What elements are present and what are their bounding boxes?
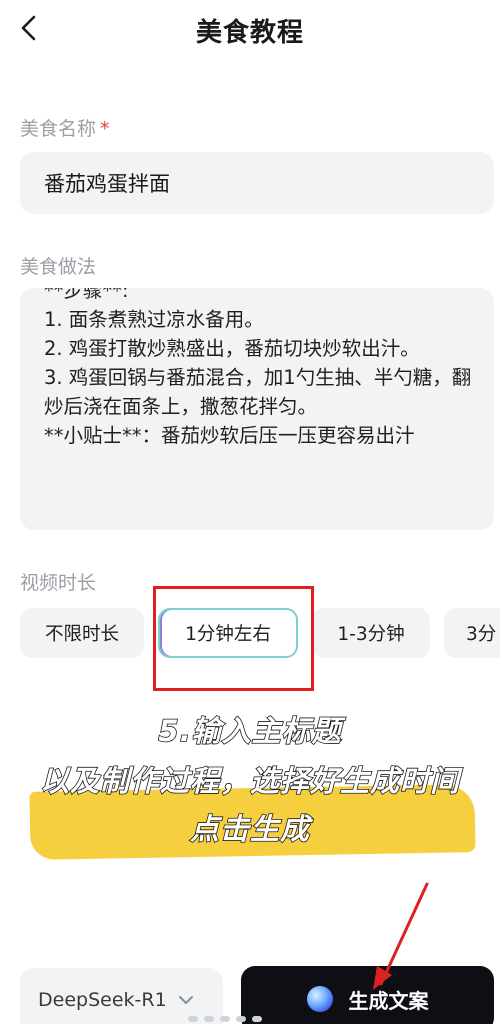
page-indicator [188, 1016, 262, 1022]
page-title: 美食教程 [195, 18, 304, 48]
highlight-box [153, 586, 314, 691]
food-name-label-text: 美食名称 [20, 118, 97, 140]
duration-option-1-3min[interactable]: 1-3分钟 [312, 608, 430, 658]
indicator-dot [188, 1016, 198, 1022]
method-text: **步骤**: 1. 面条煮熟过凉水备用。 2. 鸡蛋打散炒熟盛出，番茄切块炒软… [44, 288, 472, 447]
caption-line-3: 点击生成 [189, 811, 310, 847]
indicator-dot [220, 1016, 230, 1022]
model-value: DeepSeek-R1 [38, 989, 167, 1011]
page: 美食教程 美食名称 * 番茄鸡蛋拌面 美食做法 **步骤**: 1. 面条煮熟过凉… [0, 0, 500, 1024]
food-name-input[interactable]: 番茄鸡蛋拌面 [20, 152, 494, 214]
indicator-dot [204, 1016, 214, 1022]
duration-option-unlimited[interactable]: 不限时长 [20, 608, 144, 658]
duration-option-3min[interactable]: 3分 [444, 608, 500, 658]
header: 美食教程 [0, 0, 500, 60]
generate-button[interactable]: 生成文案 [241, 966, 494, 1024]
generate-label: 生成文案 [348, 988, 429, 1013]
method-textarea[interactable]: **步骤**: 1. 面条煮熟过凉水备用。 2. 鸡蛋打散炒熟盛出，番茄切块炒软… [20, 288, 494, 530]
chevron-down-icon [178, 996, 193, 1004]
caption-line-2: 以及制作过程，选择好生成时间 [39, 763, 460, 799]
required-mark: * [100, 118, 110, 140]
duration-label: 视频时长 [20, 572, 97, 594]
food-name-value: 番茄鸡蛋拌面 [44, 172, 170, 196]
indicator-dot [252, 1016, 262, 1022]
food-name-label: 美食名称 * [20, 114, 110, 141]
method-label: 美食做法 [20, 256, 97, 278]
orb-icon [306, 986, 333, 1012]
indicator-dot [236, 1016, 246, 1022]
caption-line-1: 5.输入主标题 [158, 713, 342, 749]
